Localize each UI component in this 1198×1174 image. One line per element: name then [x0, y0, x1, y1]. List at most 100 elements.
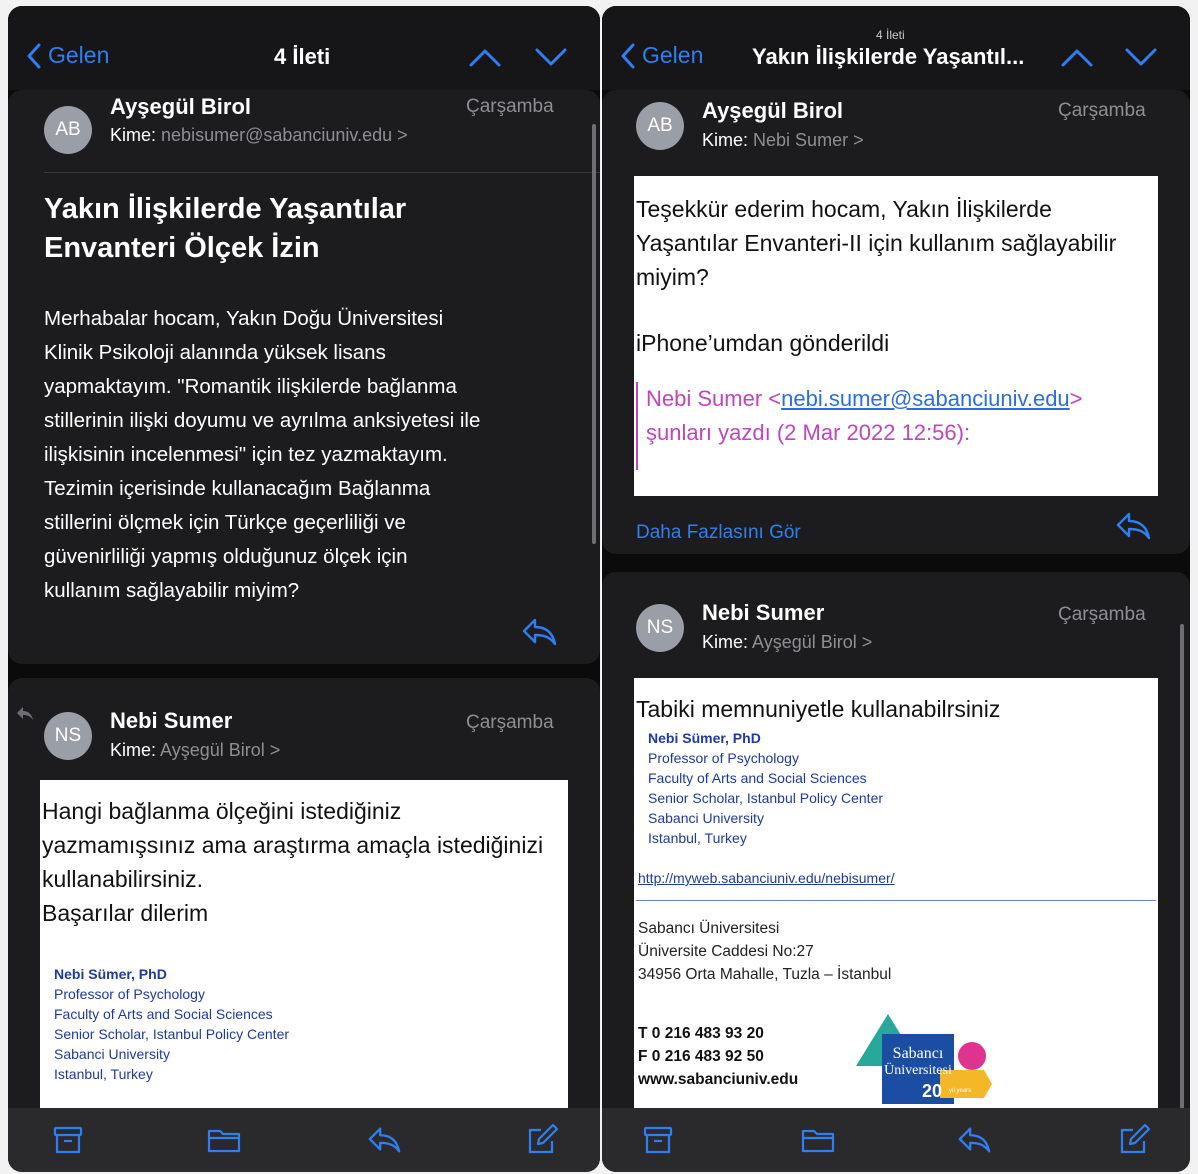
- archive-button[interactable]: [50, 1122, 86, 1158]
- recipient-address: nebisumer@sabanciuniv.edu >: [161, 125, 408, 145]
- body-line: kullanım sağlayabilir miyim?: [44, 579, 300, 602]
- message-card[interactable]: AB Ayşegül Birol Kime: nebisumer@sabanci…: [8, 90, 600, 664]
- archive-icon: [53, 1126, 83, 1154]
- message-card[interactable]: NS Nebi Sumer Kime: Ayşegül Birol > Çarş…: [602, 572, 1190, 1172]
- avatar: AB: [636, 102, 684, 150]
- reply-icon: [1116, 512, 1151, 540]
- reply-icon: [368, 1127, 401, 1153]
- quoted-header: Nebi Sumer <nebi.sumer@sabanciuniv.edu> …: [636, 382, 1158, 470]
- recipient-line[interactable]: Kime: nebisumer@sabanciuniv.edu >: [110, 125, 408, 146]
- body-line: Merhabalar hocam, Yakın Doğu Üniversites…: [44, 307, 444, 330]
- nav-title: 4 İleti: [274, 44, 331, 69]
- right-email-thread: Gelen 4 İleti Yakın İlişkilerde Yaşantıl…: [602, 6, 1190, 1172]
- chevron-down-icon: [1125, 48, 1157, 66]
- reply-toolbar-button[interactable]: [956, 1122, 992, 1158]
- body-line: Teşekkür ederim hocam, Yakın İlişkilerde: [636, 196, 1052, 222]
- logo-number: 20: [922, 1081, 942, 1101]
- avatar: AB: [44, 106, 92, 154]
- reply-icon: [522, 618, 557, 646]
- homepage-link[interactable]: http://myweb.sabanciuniv.edu/nebisumer/: [638, 870, 1158, 886]
- see-more-link[interactable]: Daha Fazlasını Gör: [636, 522, 801, 544]
- nav-title: Yakın İlişkilerde Yaşantıl...: [752, 44, 1025, 69]
- archive-button[interactable]: [640, 1122, 676, 1158]
- message-body: Teşekkür ederim hocam, Yakın İlişkilerde…: [634, 176, 1158, 496]
- folder-icon: [801, 1129, 835, 1153]
- previous-message-button[interactable]: [1060, 46, 1094, 68]
- quote-close: >: [1069, 386, 1083, 411]
- sender-name: Ayşegül Birol: [702, 98, 843, 123]
- logo-text: yıl years: [949, 1088, 971, 1094]
- signature-line: Professor of Psychology: [648, 750, 799, 766]
- recipient-line[interactable]: Kime: Ayşegül Birol >: [110, 740, 280, 761]
- university-logo: Sabancı Üniversitesi 20 yıl years: [856, 1014, 992, 1104]
- body-line: stillerinin ilişki doyumu ve ayrılma ank…: [44, 409, 481, 432]
- message-card[interactable]: NS Nebi Sumer Kime: Ayşegül Birol > Çarş…: [8, 678, 600, 1172]
- back-button[interactable]: Gelen: [620, 42, 703, 69]
- avatar: NS: [636, 604, 684, 652]
- to-label: Kime:: [110, 740, 157, 760]
- sender-name: Nebi Sumer: [702, 600, 825, 625]
- address-line: Üniversite Caddesi No:27: [638, 943, 814, 960]
- signature-line: Sabanci University: [648, 810, 764, 826]
- next-message-button[interactable]: [534, 46, 568, 68]
- compose-icon: [1120, 1123, 1151, 1154]
- nav-bar: Gelen 4 İleti Yakın İlişkilerde Yaşantıl…: [602, 6, 1190, 90]
- body-line: Yaşantılar Envanteri-II için kullanım sa…: [636, 230, 1117, 256]
- message-card[interactable]: AB Ayşegül Birol Kime: Nebi Sumer > Çarş…: [602, 90, 1190, 554]
- left-email-thread: Gelen 4 İleti AB Ayşegül Birol Kime: neb…: [8, 6, 600, 1172]
- message-date: Çarşamba: [1058, 100, 1146, 121]
- archive-icon: [643, 1126, 673, 1154]
- logo-text: Üniversitesi: [884, 1061, 952, 1078]
- signature: Nebi Sümer, PhD Professor of Psychology …: [648, 728, 1158, 848]
- body-line: Tabiki memnuniyetle kullanabilrsiniz: [636, 696, 1001, 722]
- subject-line-1: Yakın İlişkilerde Yaşantılar: [44, 193, 407, 225]
- move-to-folder-button[interactable]: [206, 1122, 242, 1158]
- quote-email-link[interactable]: nebi.sumer@sabanciuniv.edu: [781, 386, 1070, 411]
- previous-message-button[interactable]: [468, 46, 502, 68]
- recipient-address: Ayşegül Birol >: [160, 740, 281, 760]
- scrollbar[interactable]: [592, 124, 596, 544]
- signature-line: Senior Scholar, Istanbul Policy Center: [54, 1026, 290, 1042]
- body-line: ilişkisinin incelenmesi" için tez yazmak…: [44, 443, 448, 466]
- move-to-folder-button[interactable]: [800, 1122, 836, 1158]
- chevron-up-icon: [1061, 49, 1093, 67]
- signature-line: Sabanci University: [54, 1046, 170, 1062]
- body-line: yapmaktayım. "Romantik ilişkilerde bağla…: [44, 375, 457, 398]
- body-line: kullanabilirsiniz.: [42, 866, 204, 892]
- message-body: Merhabalar hocam, Yakın Doğu Üniversites…: [44, 302, 480, 608]
- compose-button[interactable]: [524, 1122, 560, 1158]
- signature-line: Professor of Psychology: [54, 986, 205, 1002]
- next-message-button[interactable]: [1124, 46, 1158, 68]
- signature-line: Faculty of Arts and Social Sciences: [54, 1006, 273, 1022]
- nav-subtitle: 4 İleti: [876, 28, 905, 42]
- nav-bar: Gelen 4 İleti: [8, 6, 600, 90]
- reply-button[interactable]: [520, 616, 558, 648]
- signature-line: Senior Scholar, Istanbul Policy Center: [648, 790, 884, 806]
- recipient-address: Nebi Sumer >: [753, 130, 864, 150]
- signature: Nebi Sümer, PhD Professor of Psychology …: [54, 964, 568, 1084]
- compose-button[interactable]: [1116, 1122, 1152, 1158]
- signature-line: Faculty of Arts and Social Sciences: [648, 770, 867, 786]
- chevron-left-icon: [621, 43, 635, 68]
- scrollbar[interactable]: [1180, 624, 1184, 1154]
- back-button[interactable]: Gelen: [26, 42, 109, 69]
- body-line: güvenirliliği yapmış olduğunuz ölçek içi…: [44, 545, 408, 568]
- avatar: NS: [44, 712, 92, 760]
- signature-line: Istanbul, Turkey: [648, 830, 747, 846]
- reply-toolbar-button[interactable]: [366, 1122, 402, 1158]
- address-line: 34956 Orta Mahalle, Tuzla – İstanbul: [638, 966, 892, 983]
- reply-button[interactable]: [1114, 510, 1152, 542]
- chevron-down-icon: [535, 48, 567, 66]
- bottom-toolbar: [8, 1108, 600, 1172]
- reply-icon: [958, 1127, 991, 1153]
- chevron-left-icon: [27, 43, 41, 68]
- body-line: Klinik Psikoloji alanında yüksek lisans: [44, 341, 386, 364]
- recipient-line[interactable]: Kime: Ayşegül Birol >: [702, 632, 872, 653]
- body-line: Başarılar dilerim: [42, 900, 209, 926]
- recipient-line[interactable]: Kime: Nebi Sumer >: [702, 130, 864, 151]
- compose-icon: [528, 1123, 559, 1154]
- bottom-toolbar: [602, 1108, 1190, 1172]
- body-line: miyim?: [636, 264, 709, 290]
- message-date: Çarşamba: [466, 96, 554, 117]
- message-date: Çarşamba: [1058, 604, 1146, 625]
